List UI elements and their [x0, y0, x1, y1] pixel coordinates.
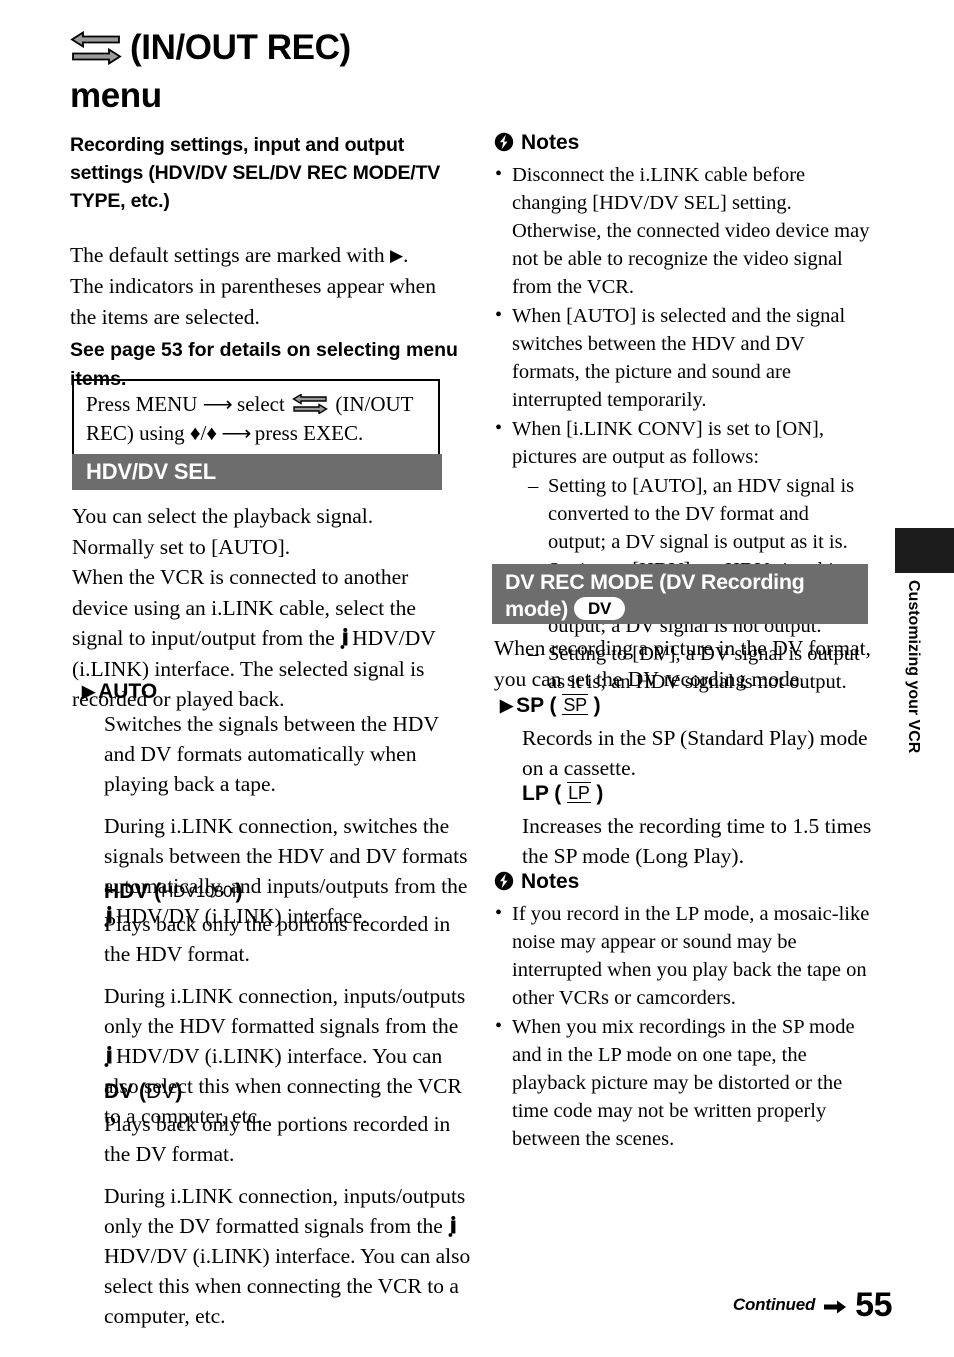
- default-marker-triangle-icon: ▶: [500, 696, 514, 715]
- note-item-text: Disconnect the i.LINK cable before chang…: [512, 164, 870, 298]
- note-item: • When you mix recordings in the SP mode…: [494, 1013, 872, 1153]
- desc-line-3: When the VCR is connected to another: [72, 565, 409, 589]
- option-hdv-name: HDV: [104, 880, 149, 903]
- page-subtitle: Recording settings, input and output set…: [70, 134, 441, 212]
- continued-label: Continued: [732, 1295, 816, 1314]
- option-sp: ▶ SP ( SP ) Records in the SP (Standard P…: [500, 693, 878, 783]
- note-item-text: When [i.LINK CONV] is set to [ON], pictu…: [512, 418, 824, 468]
- option-lp-name: LP: [522, 782, 549, 805]
- notes-heading: Notes: [494, 131, 872, 155]
- note-sub-item: – Setting to [AUTO], an HDV signal is co…: [528, 472, 872, 556]
- bullet-icon: •: [495, 1015, 503, 1037]
- intro-line-3: the items are selected.: [70, 305, 260, 329]
- menu-instruction-part2: select: [231, 392, 291, 416]
- two-way-arrows-icon: [70, 30, 122, 66]
- right-arrow-icon-1: ⟶: [202, 392, 233, 416]
- option-sp-para-1: Records in the SP (Standard Play) mode o…: [522, 726, 868, 780]
- intro-line-1b: .: [403, 243, 409, 267]
- bullet-icon: •: [495, 304, 503, 326]
- desc-line-1: You can select the playback signal.: [72, 504, 374, 528]
- desc-line-7: (i.LINK) interface. The selected signal …: [72, 656, 425, 681]
- page-title: (IN/OUT REC) menu: [70, 24, 470, 120]
- option-hdv-title: HDV (HDV1080i): [104, 880, 243, 903]
- page-title-line1: (IN/OUT REC): [130, 28, 351, 67]
- note-bolt-icon: [494, 871, 514, 891]
- option-dv-name: DV: [104, 1080, 134, 1103]
- desc-line-4: device using an i.LINK cable, select the: [72, 595, 416, 620]
- desc-line-2: Normally set to [AUTO].: [72, 534, 291, 559]
- note-item: • If you record in the LP mode, a mosaic…: [494, 900, 872, 1012]
- option-dv-badge: DV: [146, 1080, 176, 1103]
- option-sp-badge: SP: [562, 694, 588, 715]
- note-item: • When [AUTO] is selected and the signal…: [494, 302, 872, 414]
- intro-line-2: The indicators in parentheses appear whe…: [70, 274, 436, 298]
- option-auto-para-1: Switches the signals between the HDV and…: [104, 712, 439, 796]
- menu-instruction-part4: press EXEC.: [254, 421, 364, 445]
- bullet-icon: •: [495, 163, 503, 185]
- note-item-text: When you mix recordings in the SP mode a…: [512, 1016, 855, 1150]
- bullet-icon: •: [495, 902, 503, 924]
- desc-line-5: signal to input/output from the: [72, 626, 335, 650]
- menu-instruction-part1: Press MENU: [86, 392, 203, 416]
- note-item: • Disconnect the i.LINK cable before cha…: [494, 161, 872, 301]
- option-dv: DV (DV) Plays back only the portions rec…: [104, 1079, 472, 1331]
- page-footer: Continued 55: [732, 1286, 893, 1324]
- option-auto-title: ▶ AUTO: [82, 679, 472, 705]
- dash-icon: –: [528, 475, 539, 497]
- chapter-tab-label: Customizing your VCR: [905, 580, 922, 754]
- option-dv-para-1: Plays back only the portions recorded in…: [104, 1112, 451, 1166]
- note-bolt-icon: [494, 132, 514, 152]
- option-hdv-para-1: Plays back only the portions recorded in…: [104, 912, 451, 966]
- option-lp-para-1: Increases the recording time to 1.5 time…: [522, 814, 872, 868]
- right-arrow-icon-2: ⟶: [217, 421, 255, 445]
- default-marker-triangle-icon: ▶: [82, 682, 96, 701]
- ilink-icon: [448, 1215, 459, 1237]
- updown-arrows-icon: ♦/♦: [189, 421, 218, 445]
- continued-arrow-icon: [824, 1300, 847, 1322]
- notes-list: • If you record in the LP mode, a mosaic…: [494, 900, 872, 1153]
- option-hdv-badge: HDV1080i: [161, 882, 236, 901]
- option-dv-para-2: During i.LINK connection, inputs/outputs…: [104, 1184, 471, 1328]
- section-header-dv-rec-mode: DV REC MODE (DV Recording mode) DV: [492, 564, 868, 624]
- chapter-tab-marker: [895, 528, 954, 573]
- menu-instruction-box: Press MENU ⟶ select (IN/OUT REC) using ♦…: [72, 379, 440, 459]
- ilink-icon: [340, 627, 351, 649]
- dv-rec-mode-description: When recording a picture in the DV forma…: [494, 636, 871, 691]
- intro-line-1: The default settings are marked with ▶.: [70, 240, 462, 271]
- option-sp-title: ▶ SP ( SP ): [500, 694, 601, 717]
- page-title-line2: menu: [70, 76, 162, 115]
- notes-heading-label: Notes: [521, 870, 580, 893]
- note-item-text: If you record in the LP mode, a mosaic-l…: [512, 903, 870, 1009]
- option-lp: LP ( LP ) Increases the recording time t…: [522, 781, 878, 871]
- option-auto-name: AUTO: [98, 680, 158, 703]
- section-header-hdv-dv-sel: HDV/DV SEL: [72, 454, 442, 490]
- option-lp-title: LP ( LP ): [522, 782, 604, 805]
- notes-block-dv-rec-mode: Notes • If you record in the LP mode, a …: [494, 870, 872, 1154]
- desc-line-6: HDV/DV: [352, 626, 436, 650]
- bullet-icon: •: [495, 417, 503, 439]
- note-item-text: When [AUTO] is selected and the signal s…: [512, 305, 846, 411]
- intro-paragraph: The default settings are marked with ▶. …: [70, 240, 462, 394]
- notes-heading-label: Notes: [521, 131, 580, 154]
- default-marker-triangle-icon: ▶: [390, 246, 404, 265]
- page-number: 55: [855, 1286, 892, 1324]
- dv-format-pill-badge: DV: [574, 597, 626, 620]
- option-lp-badge: LP: [567, 782, 591, 803]
- two-way-arrows-icon: [292, 393, 328, 415]
- ilink-icon: [104, 1045, 115, 1067]
- notes-heading: Notes: [494, 870, 872, 894]
- note-sub-item-text: Setting to [AUTO], an HDV signal is conv…: [548, 475, 855, 553]
- section-header-dv-rec-mode-line1: DV REC MODE (DV Recording: [505, 570, 805, 594]
- manual-page: (IN/OUT REC) menu Recording settings, in…: [0, 0, 954, 1357]
- option-sp-name: SP: [516, 694, 544, 717]
- section-header-dv-rec-mode-line2: mode): [505, 597, 569, 621]
- option-dv-title: DV (DV): [104, 1080, 183, 1103]
- intro-line-1a: The default settings are marked with: [70, 243, 391, 267]
